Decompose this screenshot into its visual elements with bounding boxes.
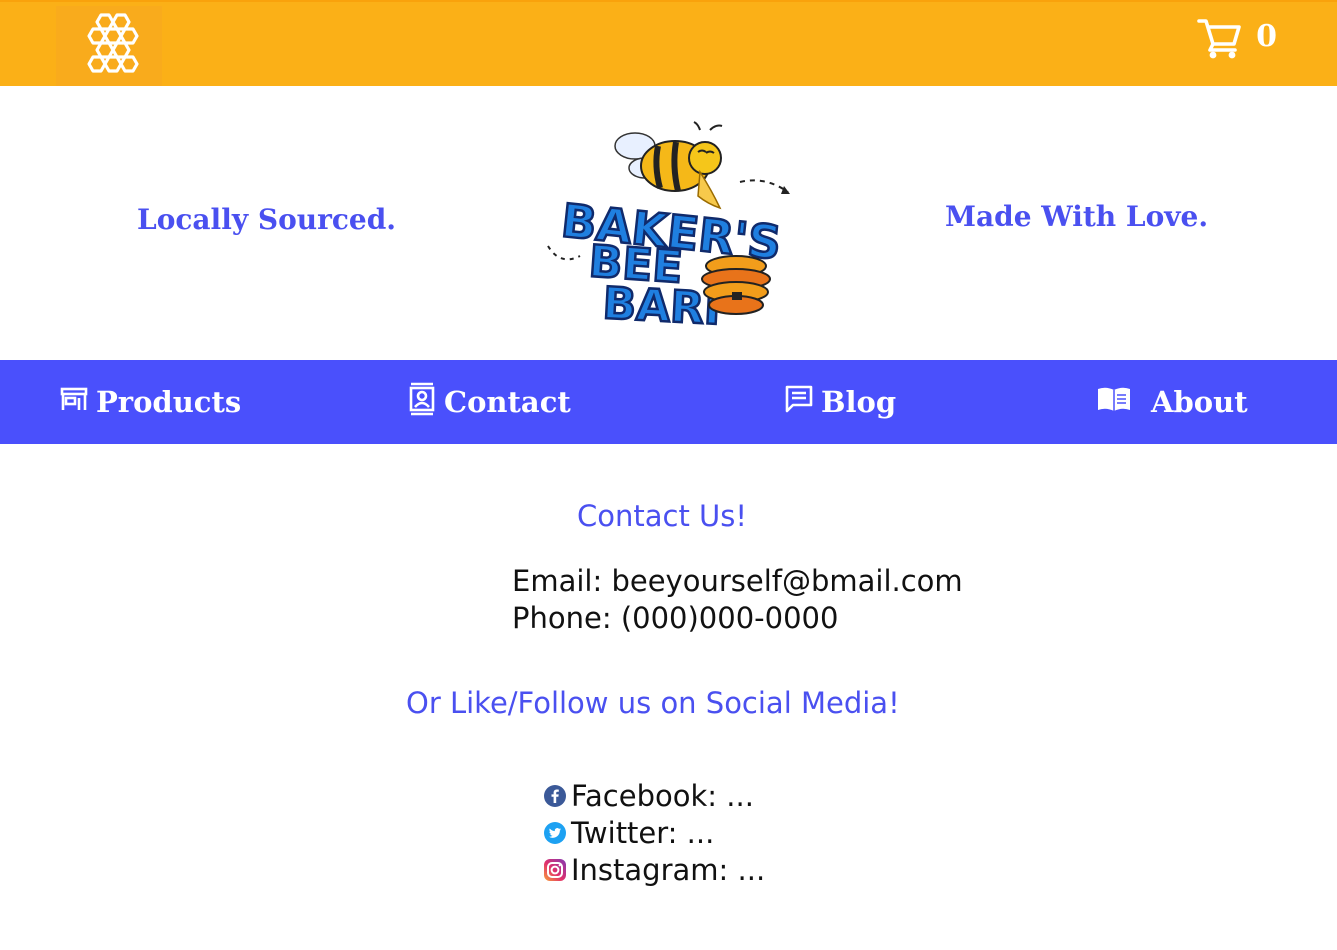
social-link-twitter[interactable]: Twitter: ... [543, 816, 714, 850]
brand-logo: BAKER'S BEE BARF [540, 116, 794, 337]
cart-count: 0 [1256, 18, 1277, 54]
nav-item-products[interactable]: Products [60, 360, 241, 444]
cart-button[interactable]: 0 [1196, 16, 1277, 64]
social-label-instagram: Instagram: ... [571, 853, 766, 887]
nav-label-products: Products [96, 385, 242, 419]
nav-label-about: About [1151, 385, 1248, 419]
nav-item-contact[interactable]: Contact [408, 360, 571, 444]
slogan-left: Locally Sourced. [137, 203, 397, 236]
facebook-icon [543, 784, 567, 808]
instagram-icon [543, 858, 567, 882]
home-logo-button[interactable] [56, 6, 162, 86]
nav-label-contact: Contact [444, 385, 571, 419]
main-nav: Products Contact Blog About [0, 360, 1337, 444]
top-bar: 0 [0, 0, 1337, 86]
social-heading: Or Like/Follow us on Social Media! [406, 686, 900, 720]
nav-item-about[interactable]: About [1097, 360, 1248, 444]
hero-banner: Locally Sourced. BAKER'S BEE BARF Made W… [0, 86, 1337, 360]
contact-email: Email: beeyourself@bmail.com [512, 564, 963, 598]
nav-item-blog[interactable]: Blog [785, 360, 896, 444]
social-link-instagram[interactable]: Instagram: ... [543, 853, 765, 887]
social-link-facebook[interactable]: Facebook: ... [543, 779, 754, 813]
book-icon [1097, 385, 1151, 419]
storefront-icon [60, 385, 96, 419]
twitter-icon [543, 821, 567, 845]
social-label-facebook: Facebook: ... [571, 779, 754, 813]
nav-label-blog: Blog [821, 385, 897, 419]
cart-icon [1196, 16, 1242, 64]
brand-logo-image: BAKER'S BEE BARF [547, 121, 790, 337]
honeycomb-icon [74, 11, 144, 81]
contact-card-icon [408, 382, 444, 423]
slogan-right: Made With Love. [945, 200, 1209, 233]
contact-heading: Contact Us! [577, 499, 748, 533]
social-label-twitter: Twitter: ... [571, 816, 715, 850]
message-icon [785, 385, 821, 420]
contact-phone: Phone: (000)000-0000 [512, 601, 839, 635]
